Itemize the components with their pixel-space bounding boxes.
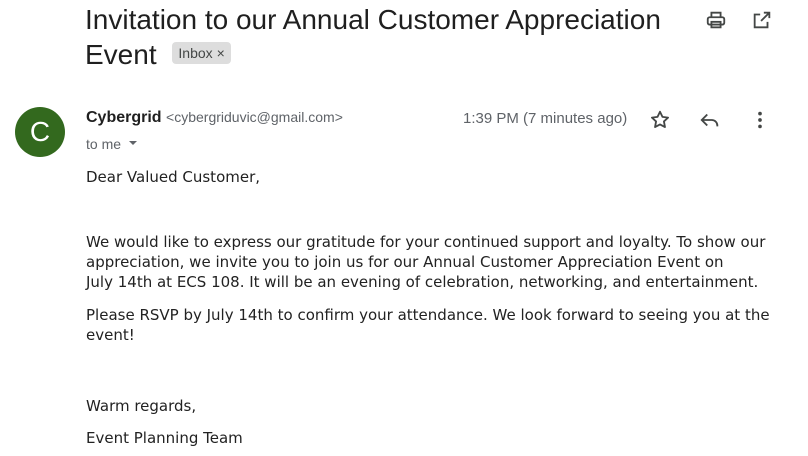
print-button[interactable] bbox=[704, 8, 728, 32]
inbox-label-chip[interactable]: Inbox × bbox=[172, 41, 231, 64]
sender-line: Cybergrid <cybergriduvic@gmail.com> bbox=[86, 109, 343, 127]
closing: Warm regards, bbox=[86, 397, 197, 415]
star-icon bbox=[651, 110, 669, 128]
body-paragraph-1: We would like to express our gratitude f… bbox=[86, 232, 776, 292]
signature: Event Planning Team bbox=[86, 429, 243, 447]
reply-button[interactable] bbox=[698, 108, 722, 132]
print-icon bbox=[706, 11, 726, 29]
body-paragraph-2: Please RSVP by July 14th to confirm your… bbox=[86, 306, 770, 344]
greeting: Dear Valued Customer, bbox=[86, 168, 261, 186]
recipient-text: to me bbox=[86, 136, 122, 152]
chevron-down-icon bbox=[129, 141, 138, 145]
show-details-button[interactable] bbox=[127, 136, 139, 152]
recipient-line: to me bbox=[86, 136, 139, 152]
paragraph-1-line-3: July 14th at ECS 108. It will be an even… bbox=[86, 273, 759, 291]
thread-toolbar bbox=[704, 8, 774, 32]
paragraph-1-line-2: appreciation, we invite you to join us f… bbox=[86, 253, 724, 271]
sender-name[interactable]: Cybergrid bbox=[86, 109, 162, 126]
sender-avatar[interactable]: C bbox=[15, 107, 65, 157]
reply-icon bbox=[700, 113, 719, 127]
message-actions bbox=[648, 108, 772, 132]
star-button[interactable] bbox=[648, 108, 672, 132]
subject-text: Invitation to our Annual Customer Apprec… bbox=[85, 4, 661, 70]
more-vert-icon bbox=[758, 111, 762, 129]
label-text: Inbox bbox=[178, 44, 213, 61]
email-subject: Invitation to our Annual Customer Apprec… bbox=[85, 2, 685, 72]
sender-email: <cybergriduvic@gmail.com> bbox=[166, 109, 343, 125]
open-in-new-window-button[interactable] bbox=[750, 8, 774, 32]
email-timestamp: 1:39 PM (7 minutes ago) bbox=[463, 110, 628, 127]
more-options-button[interactable] bbox=[748, 108, 772, 132]
remove-label-button[interactable]: × bbox=[217, 45, 225, 61]
paragraph-1-line-1: We would like to express our gratitude f… bbox=[86, 233, 766, 251]
email-body: Dear Valued Customer, We would like to e… bbox=[86, 167, 776, 448]
open-in-new-window-icon bbox=[753, 11, 771, 29]
